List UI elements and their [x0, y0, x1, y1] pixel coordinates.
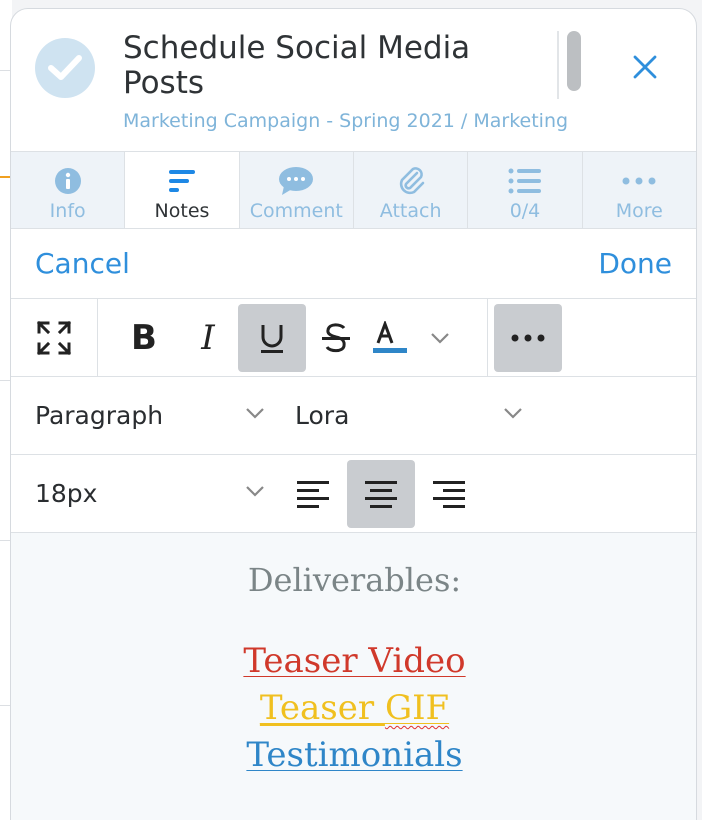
chevron-down-icon — [246, 486, 264, 497]
more-horizontal-icon — [511, 334, 545, 341]
tab-more[interactable]: More — [583, 152, 696, 228]
underline-button[interactable] — [238, 303, 306, 372]
tab-comment[interactable]: Comment — [240, 152, 354, 228]
tab-notes[interactable]: Notes — [125, 152, 240, 228]
italic-icon: I — [201, 317, 215, 358]
cancel-button[interactable]: Cancel — [35, 247, 130, 280]
deliverable-item: Teaser Video — [11, 641, 696, 681]
complete-task-button[interactable] — [35, 38, 95, 98]
tab-label: Attach — [379, 200, 442, 222]
checkmark-icon — [48, 55, 82, 80]
notes-icon — [168, 170, 195, 192]
notes-editor[interactable]: Deliverables: Teaser Video Teaser GIF Te… — [11, 533, 696, 820]
task-header: Schedule Social Media Posts Marketing Ca… — [11, 9, 696, 152]
text-color-icon — [373, 320, 407, 353]
more-icon — [622, 177, 656, 185]
chevron-down-icon — [246, 408, 264, 419]
chevron-down-icon — [504, 408, 522, 419]
fullscreen-button[interactable] — [20, 304, 88, 372]
scrollbar-thumb[interactable] — [567, 31, 581, 91]
align-center-icon — [365, 481, 397, 508]
font-family-select[interactable]: Lora — [295, 401, 349, 430]
tab-info[interactable]: Info — [11, 152, 126, 228]
align-left-button[interactable] — [279, 460, 347, 528]
tab-label: More — [615, 200, 663, 222]
deliverable-item: Teaser GIF — [11, 688, 696, 728]
paperclip-icon — [399, 167, 424, 195]
close-icon — [633, 55, 657, 79]
align-right-button[interactable] — [415, 460, 483, 528]
align-left-icon — [297, 481, 329, 508]
checklist-icon — [508, 168, 541, 194]
tab-label: Comment — [249, 200, 343, 222]
background-accent-line — [0, 176, 10, 178]
deliverable-text: Teaser Video — [243, 641, 466, 681]
notes-heading: Deliverables: — [247, 561, 462, 599]
font-size-select[interactable]: 18px — [35, 479, 97, 508]
chevron-down-icon — [431, 332, 449, 344]
tab-checklist[interactable]: 0/4 — [468, 152, 583, 228]
formatting-toolbar: B I — [11, 299, 696, 377]
comment-icon — [279, 167, 314, 195]
deliverable-text: Teaser GIF — [260, 688, 449, 728]
tab-label: 0/4 — [509, 200, 541, 222]
align-center-button[interactable] — [347, 460, 415, 528]
deliverable-item: Testimonials — [11, 735, 696, 775]
editor-action-bar: Cancel Done — [11, 229, 696, 299]
size-align-row: 18px — [11, 455, 696, 533]
task-detail-panel: Schedule Social Media Posts Marketing Ca… — [10, 8, 697, 820]
more-options-button[interactable] — [494, 303, 562, 372]
underline-icon — [261, 324, 283, 353]
block-format-select[interactable]: Paragraph — [35, 401, 163, 430]
align-right-icon — [433, 481, 465, 508]
text-color-button[interactable] — [366, 304, 456, 372]
bold-button[interactable]: B — [110, 304, 178, 372]
italic-button[interactable]: I — [174, 304, 242, 372]
tab-attach[interactable]: Attach — [354, 152, 469, 228]
tab-label: Info — [49, 200, 86, 222]
deliverable-text: Testimonials — [246, 735, 463, 775]
done-button[interactable]: Done — [598, 247, 672, 280]
info-icon — [54, 168, 81, 194]
deliverable-text-part: Teaser GIF — [260, 688, 449, 728]
strikethrough-icon — [322, 322, 350, 352]
expand-icon — [36, 320, 72, 355]
deliverable-word: Teaser — [259, 688, 385, 728]
tab-label: Notes — [154, 200, 210, 222]
close-button[interactable] — [627, 49, 663, 85]
block-font-row: Paragraph Lora — [11, 377, 696, 455]
task-title[interactable]: Schedule Social Media Posts — [123, 31, 553, 101]
task-breadcrumb[interactable]: Marketing Campaign - Spring 2021 / Marke… — [123, 110, 568, 132]
header-divider — [557, 31, 559, 99]
bold-icon: B — [131, 317, 157, 358]
misspelled-word: GIF — [384, 688, 450, 728]
detail-tabs: Info Notes Comment Attach 0/4 More — [11, 152, 696, 229]
strikethrough-button[interactable] — [302, 304, 370, 372]
